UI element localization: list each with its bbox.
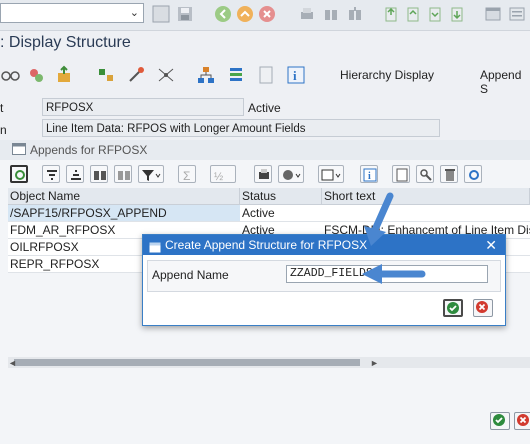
appends-panel-title: Appends for RFPOSX	[30, 143, 148, 157]
print-preview-icon[interactable]	[254, 165, 272, 183]
name-label-fragment: t	[0, 101, 4, 115]
sort-descending-icon[interactable]	[66, 165, 84, 183]
layout-icon[interactable]	[508, 5, 528, 23]
subtotal-icon[interactable]: ½	[210, 165, 236, 183]
prev-page-icon[interactable]	[404, 5, 424, 23]
stack-icon[interactable]	[226, 65, 246, 85]
magic-wand-icon[interactable]	[126, 65, 146, 85]
column-header-status[interactable]: Status	[240, 188, 322, 205]
dialog-body: Append Name ZZADD_FIELDS	[147, 260, 501, 292]
confirm-button[interactable]	[443, 299, 463, 317]
check-icon	[493, 414, 505, 426]
sort-ascending-icon[interactable]	[42, 165, 60, 183]
status-value: Active	[248, 101, 281, 115]
system-toolbar: ⌄	[0, 0, 530, 31]
info-icon[interactable]: i	[286, 65, 306, 85]
append-structure-button[interactable]: Append S	[480, 68, 530, 96]
create-icon[interactable]	[392, 165, 410, 183]
svg-text:Σ: Σ	[183, 169, 190, 182]
refresh-icon[interactable]	[464, 165, 482, 183]
svg-text:i: i	[368, 171, 371, 182]
dropdown-chevron-icon[interactable]: ⌄	[130, 6, 139, 19]
back-icon[interactable]	[214, 5, 234, 23]
next-page-icon[interactable]	[426, 5, 446, 23]
hierarchy-icon[interactable]	[196, 65, 216, 85]
export-icon[interactable]	[278, 165, 304, 183]
find-next-icon[interactable]	[346, 5, 366, 23]
enter-icon[interactable]	[152, 5, 172, 23]
layout-icon[interactable]	[318, 165, 344, 183]
panel-window-icon	[12, 143, 26, 158]
svg-text:½: ½	[214, 171, 223, 182]
new-session-icon[interactable]	[484, 5, 504, 23]
where-used-icon[interactable]	[96, 65, 116, 85]
details-icon[interactable]	[10, 165, 28, 183]
last-page-icon[interactable]	[448, 5, 468, 23]
short-description-field: Line Item Data: RFPOS with Longer Amount…	[42, 119, 440, 137]
scroll-left-icon[interactable]: ◄	[8, 358, 17, 368]
annotation-arrow-down	[364, 192, 394, 246]
info-icon[interactable]: i	[360, 165, 378, 183]
change-icon[interactable]	[416, 165, 434, 183]
save-icon[interactable]	[176, 5, 196, 23]
first-page-icon[interactable]	[382, 5, 402, 23]
table-row-object-name[interactable]: /SAPF15/RFPOSX_APPEND	[8, 205, 240, 222]
dialog-header: Create Append Structure for RFPOSX ✕	[143, 235, 505, 255]
delete-icon[interactable]	[440, 165, 458, 183]
command-field[interactable]: ⌄	[0, 3, 144, 23]
network-icon[interactable]	[156, 65, 176, 85]
check-icon	[447, 302, 459, 314]
annotation-arrow-left	[362, 264, 426, 284]
application-toolbar: i Hierarchy Display Append S	[0, 60, 530, 96]
filter-icon[interactable]	[138, 165, 164, 183]
find-icon[interactable]	[322, 5, 342, 23]
scrollbar-thumb[interactable]	[14, 359, 360, 366]
page-title: : Display Structure	[0, 34, 131, 51]
close-icon[interactable]: ✕	[485, 235, 497, 255]
appends-panel-header: Appends for RFPOSX	[0, 140, 530, 160]
activate-icon[interactable]	[54, 65, 74, 85]
sum-icon[interactable]: Σ	[178, 165, 196, 183]
find-next-icon[interactable]	[114, 165, 132, 183]
scroll-right-icon[interactable]: ►	[370, 358, 379, 368]
document-icon[interactable]	[256, 65, 276, 85]
find-icon[interactable]	[90, 165, 108, 183]
create-append-dialog: Create Append Structure for RFPOSX ✕ App…	[142, 234, 506, 326]
display-change-icon[interactable]	[26, 65, 46, 85]
hierarchy-display-button[interactable]: Hierarchy Display	[340, 68, 434, 82]
cancel-button[interactable]	[473, 299, 493, 317]
exit-icon[interactable]	[236, 5, 256, 23]
column-header-object-name[interactable]: Object Name	[8, 188, 240, 205]
print-icon[interactable]	[298, 5, 318, 23]
append-name-label: Append Name	[152, 268, 229, 282]
table-row-status[interactable]: Active	[240, 205, 322, 222]
svg-text:i: i	[293, 68, 297, 83]
cancel-icon[interactable]	[258, 5, 278, 23]
bottom-cancel-button[interactable]	[514, 412, 530, 430]
structure-name-field: RFPOSX	[42, 98, 244, 116]
cancel-icon	[476, 301, 488, 313]
dialog-window-icon	[149, 239, 161, 259]
bottom-confirm-button[interactable]	[490, 412, 510, 430]
cancel-icon	[517, 414, 529, 426]
description-label-fragment: n	[0, 123, 7, 137]
glasses-icon[interactable]	[0, 65, 20, 85]
alv-toolbar: Σ ½ i	[0, 162, 530, 186]
dialog-title: Create Append Structure for RFPOSX	[165, 238, 368, 252]
